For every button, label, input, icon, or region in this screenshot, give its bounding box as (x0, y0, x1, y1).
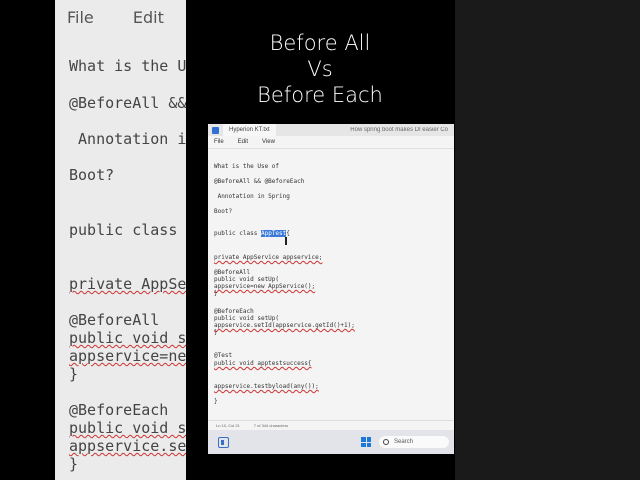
code-line: @BeforeEach (214, 308, 254, 315)
code-line: appservice.setId(appservice.getId()+1); (214, 322, 355, 329)
bg-line: appservice.se (69, 437, 186, 455)
bg-line: @BeforeAll (69, 311, 160, 329)
bg-line: public class (69, 221, 178, 239)
code-line: appservice.testbyload(any()); (214, 383, 319, 390)
code-line: public void setUp( (214, 315, 280, 322)
windows-start-icon[interactable] (361, 437, 371, 447)
bg-line: public void s (69, 419, 186, 437)
code-line: @Test (214, 352, 233, 359)
code-line: } (214, 329, 218, 336)
title-line-2: Vs (307, 57, 333, 81)
bg-line: } (69, 455, 79, 473)
menu-bar: File Edit View (208, 136, 454, 149)
title-bar: Hyperion KT.txt How spring boot makes DI… (208, 124, 454, 136)
bg-line: } (69, 365, 79, 383)
widgets-icon[interactable] (218, 436, 229, 448)
code-line: What is the Use of (214, 163, 280, 170)
code-line: @BeforeAll (214, 269, 251, 276)
code-line: @BeforeAll && @BeforeEach (214, 178, 305, 185)
menu-edit[interactable]: Edit (238, 139, 248, 145)
bg-line: private AppSe (69, 275, 186, 293)
menu-view[interactable]: View (262, 139, 275, 145)
notepad-window: Hyperion KT.txt How spring boot makes DI… (208, 124, 454, 454)
search-icon (383, 439, 389, 445)
character-count: 7 of 344 characters (253, 423, 289, 428)
code-line: } (214, 398, 218, 405)
code-line: } (214, 290, 218, 297)
bg-line: Annotation i (69, 130, 186, 148)
bg-line: Boot? (69, 166, 115, 184)
background-right-panel (455, 0, 640, 480)
code-line: Annotation in Spring (214, 193, 290, 200)
search-label: Search (394, 439, 414, 445)
title-line-3: Before Each (257, 83, 383, 107)
taskbar-search[interactable]: Search (379, 436, 449, 448)
menu-file[interactable]: File (214, 139, 224, 145)
background-menu-edit: Edit (132, 8, 164, 27)
status-bar: Ln 10, Col 21 7 of 344 characters (208, 420, 454, 430)
video-title: Before All Vs Before Each (185, 30, 455, 108)
notepad-icon (212, 126, 219, 134)
code-line: public class AppTest{ (214, 230, 290, 237)
code-line: public void apptestsuccess{ (214, 360, 312, 367)
mouse-cursor-icon (285, 237, 287, 245)
bg-line: What is the Us (69, 57, 186, 75)
background-editor: File Edit V What is the Us @BeforeAll &&… (55, 0, 186, 480)
bg-line: @BeforeEach (69, 401, 169, 419)
code-line: appservice=new AppService(); (214, 283, 316, 290)
code-line: private AppService appservice; (214, 254, 323, 261)
tab-hyperion[interactable]: Hyperion KT.txt (223, 124, 276, 136)
title-line-1: Before All (269, 31, 371, 55)
tab-spring-boot[interactable]: How spring boot makes DI easier Co (344, 127, 454, 133)
bg-line: appservice=ne (69, 347, 186, 365)
cursor-position: Ln 10, Col 21 (216, 423, 240, 428)
code-text: public class (214, 230, 261, 237)
selected-text: AppTest (260, 230, 287, 237)
background-code: What is the Us @BeforeAll && Annotation … (69, 0, 186, 473)
taskbar: Search (208, 430, 454, 454)
code-line: Boot? (214, 208, 233, 215)
bg-line: public void s (69, 329, 186, 347)
code-line: public void setUp( (214, 276, 280, 283)
code-text: { (286, 230, 290, 237)
bg-line: @BeforeAll && (69, 94, 186, 112)
